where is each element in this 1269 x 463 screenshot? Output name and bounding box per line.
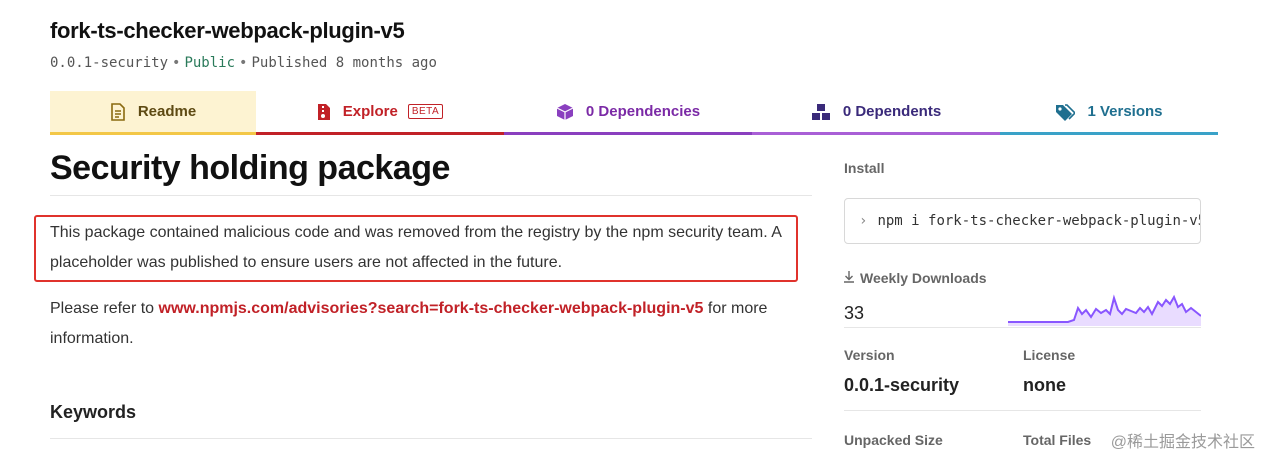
- downloads-divider: [844, 327, 1201, 328]
- tab-dependencies-label: 0 Dependencies: [585, 103, 701, 120]
- stats-divider: [844, 410, 1201, 411]
- document-icon: [110, 102, 126, 121]
- total-files-label: Total Files: [1023, 432, 1092, 448]
- terminal-prompt-icon: ›: [859, 213, 868, 229]
- downloads-sparkline: [1008, 294, 1201, 326]
- package-published: Published 8 months ago: [251, 55, 437, 71]
- tab-dependents[interactable]: 0 Dependents: [752, 91, 1000, 135]
- tags-icon: [1055, 103, 1076, 121]
- advisory-prefix: Please refer to: [50, 300, 159, 317]
- weekly-downloads-label: Weekly Downloads: [844, 270, 987, 286]
- keywords-divider: [50, 438, 812, 439]
- tab-dependents-label: 0 Dependents: [842, 103, 942, 120]
- install-command-box[interactable]: › npm i fork-ts-checker-webpack-plugin-v…: [844, 198, 1201, 244]
- version-label: Version: [844, 347, 895, 363]
- unpacked-size-label: Unpacked Size: [844, 432, 943, 448]
- package-title: fork-ts-checker-webpack-plugin-v5: [50, 18, 405, 43]
- advisory-link[interactable]: www.npmjs.com/advisories?search=fork-ts-…: [159, 300, 704, 317]
- file-archive-icon: [317, 103, 331, 121]
- install-command: npm i fork-ts-checker-webpack-plugin-v5: [877, 213, 1201, 229]
- weekly-downloads-text: Weekly Downloads: [860, 270, 987, 286]
- tab-readme-label: Readme: [137, 103, 197, 120]
- tab-dependencies[interactable]: 0 Dependencies: [504, 91, 752, 135]
- install-label: Install: [844, 160, 885, 176]
- license-label: License: [1023, 347, 1076, 363]
- readme-paragraph-advisory: Please refer to www.npmjs.com/advisories…: [50, 294, 790, 354]
- tab-readme[interactable]: Readme: [50, 91, 256, 135]
- highlight-annotation-box: [34, 215, 798, 282]
- readme-title: Security holding package: [50, 149, 812, 197]
- tab-explore-label: Explore: [342, 103, 398, 120]
- license-cell: License none: [1023, 347, 1075, 396]
- package-meta: 0.0.1-security • Public • Published 8 months…: [50, 55, 437, 71]
- tab-versions[interactable]: 1 Versions: [1000, 91, 1218, 135]
- download-icon: [844, 270, 854, 286]
- boxes-icon: [811, 103, 831, 121]
- keywords-heading: Keywords: [50, 402, 137, 422]
- beta-badge: BETA: [407, 104, 444, 119]
- readme-content: Security holding package This package co…: [50, 149, 812, 439]
- package-visibility: Public: [184, 55, 236, 71]
- sidebar: Install › npm i fork-ts-checker-webpack-…: [844, 160, 1201, 448]
- version-value: 0.0.1-security: [844, 375, 960, 395]
- license-value: none: [1023, 375, 1066, 395]
- version-cell: Version 0.0.1-security: [844, 347, 959, 396]
- package-tabs: Readme Explore BETA 0 Dependencies 0 Dep…: [50, 91, 1218, 135]
- package-version: 0.0.1-security: [50, 55, 169, 71]
- watermark: @稀土掘金技术社区: [1110, 434, 1255, 451]
- box-icon: [556, 103, 574, 121]
- weekly-downloads-value: 33: [844, 303, 865, 323]
- tab-versions-label: 1 Versions: [1087, 103, 1163, 120]
- tab-explore[interactable]: Explore BETA: [256, 91, 504, 135]
